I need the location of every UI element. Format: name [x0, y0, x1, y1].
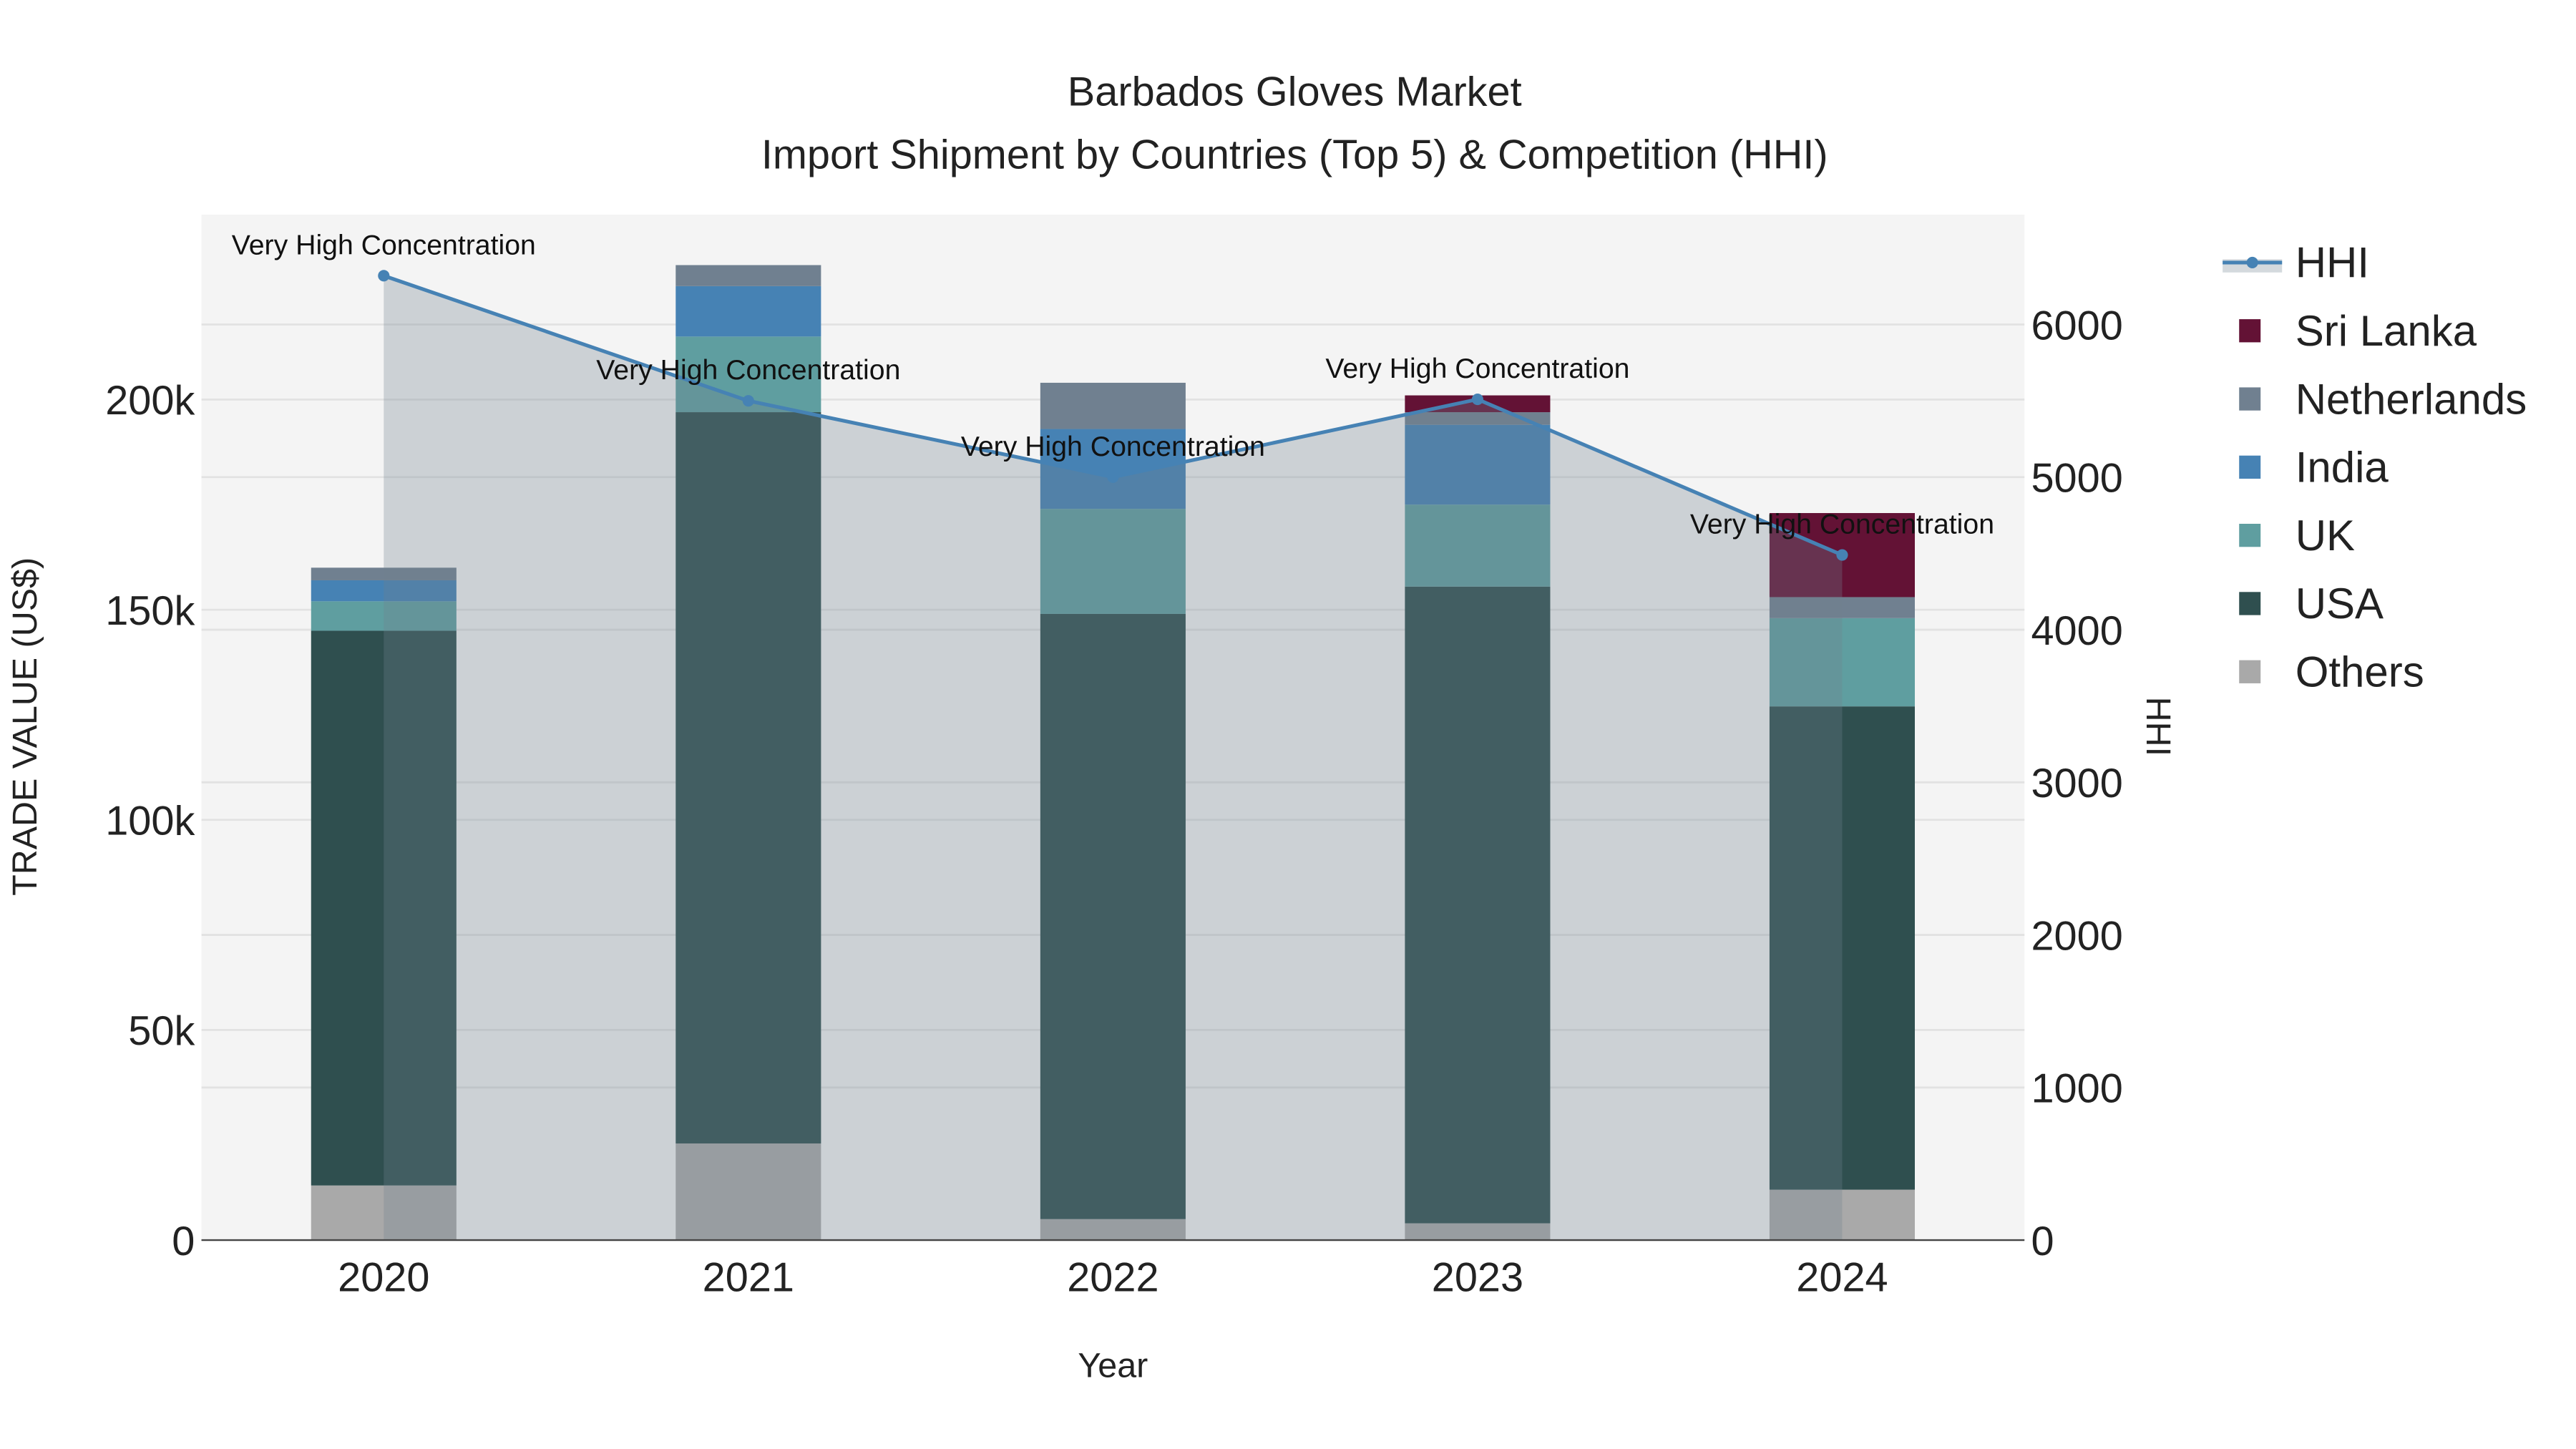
y-tick-label: 0 [172, 1219, 195, 1264]
y2-axis-label: HHI [2139, 697, 2177, 756]
y-tick-label: 200k [105, 378, 195, 424]
y2-tick-label: 0 [2031, 1219, 2054, 1264]
chart: Barbados Gloves Market Import Shipment b… [6, 69, 2527, 1385]
bar-netherlands [1040, 382, 1186, 429]
legend-label: India [2296, 444, 2389, 492]
y2-tick-label: 4000 [2031, 608, 2122, 654]
hhi-annotation: Very High Concentration [1690, 509, 1994, 540]
hhi-point [1471, 393, 1483, 406]
x-axis-label: Year [1078, 1347, 1148, 1385]
legend-label: Others [2296, 648, 2424, 696]
bar-netherlands [675, 265, 821, 286]
x-tick-label: 2024 [1796, 1255, 1888, 1301]
bar-india [675, 286, 821, 337]
hhi-point [378, 270, 390, 282]
legend-swatch-others [2239, 660, 2261, 683]
legend-swatch-india [2239, 455, 2261, 479]
hhi-point [1107, 471, 1119, 483]
hhi-point [1836, 549, 1848, 561]
hhi-annotation: Very High Concentration [232, 229, 536, 260]
y-axis-label: TRADE VALUE (US$) [6, 557, 44, 896]
y-tick-label: 100k [105, 799, 195, 844]
chart-subtitle: Import Shipment by Countries (Top 5) & C… [761, 132, 1828, 177]
hhi-point [742, 395, 754, 407]
hhi-annotation: Very High Concentration [1325, 353, 1629, 384]
y2-tick-label: 2000 [2031, 913, 2122, 959]
x-tick-label: 2023 [1432, 1255, 1523, 1301]
hhi-annotation: Very High Concentration [596, 354, 900, 386]
legend-label: Sri Lanka [2296, 307, 2477, 355]
legend-swatch-sri-lanka [2239, 319, 2261, 343]
legend-label: UK [2296, 512, 2355, 560]
y2-tick-label: 1000 [2031, 1066, 2122, 1112]
hhi-annotation: Very High Concentration [961, 431, 1265, 462]
legend-swatch-netherlands [2239, 387, 2261, 411]
legend-label: Netherlands [2296, 375, 2527, 423]
chart-title: Barbados Gloves Market [1068, 69, 1522, 115]
x-tick-label: 2020 [338, 1255, 429, 1301]
x-tick-label: 2021 [703, 1255, 794, 1301]
y-tick-label: 150k [105, 588, 195, 634]
legend-swatch-uk [2239, 524, 2261, 547]
legend-label: USA [2296, 580, 2384, 628]
x-tick-label: 2022 [1067, 1255, 1158, 1301]
legend-swatch-usa [2239, 592, 2261, 615]
y2-tick-label: 6000 [2031, 303, 2122, 348]
y-tick-label: 50k [128, 1008, 195, 1054]
y2-tick-label: 3000 [2031, 761, 2122, 806]
legend-symbol-hhi-point [2246, 256, 2258, 268]
legend: HHI Sri Lanka Netherlands India UK USA Others [2223, 239, 2527, 696]
legend-label: HHI [2296, 239, 2369, 287]
y2-tick-label: 5000 [2031, 456, 2122, 502]
